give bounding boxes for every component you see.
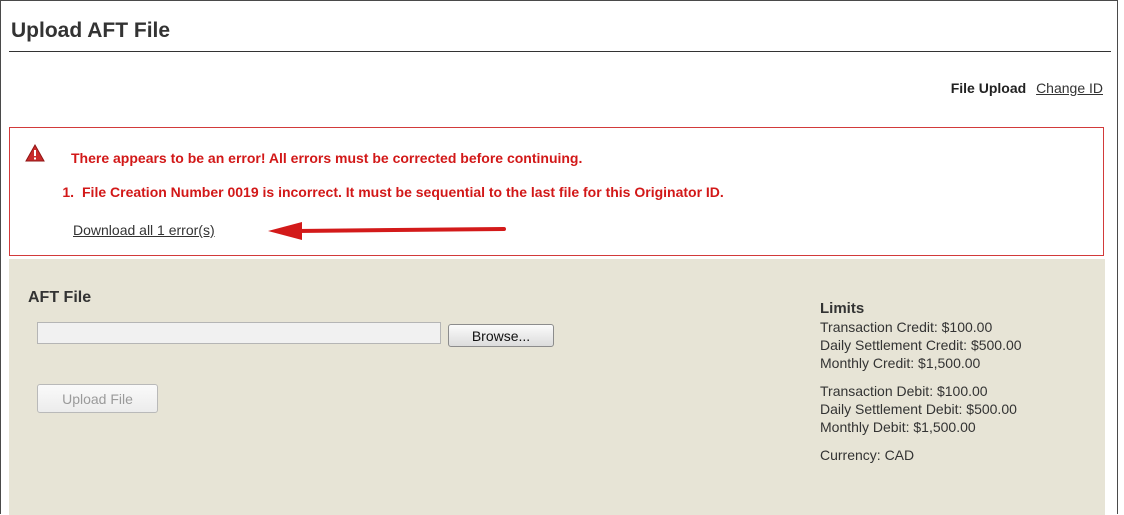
title-divider <box>9 51 1111 52</box>
limits-title: Limits <box>820 300 865 317</box>
limit-currency: Currency: CAD <box>820 447 915 463</box>
error-list-item: 1. File Creation Number 0019 is incorrect… <box>54 184 724 200</box>
limit-daily-settlement-debit: Daily Settlement Debit: $500.00 <box>820 401 1017 417</box>
error-item-text: File Creation Number 0019 is incorrect. … <box>82 184 724 200</box>
aft-file-panel: AFT File Browse... Upload File Limits Tr… <box>9 259 1105 515</box>
error-item-number: 1. <box>62 184 74 200</box>
download-errors-link[interactable]: Download all 1 error(s) <box>73 222 215 238</box>
limit-transaction-debit: Transaction Debit: $100.00 <box>820 383 988 399</box>
top-nav: File Upload Change ID <box>951 80 1103 96</box>
change-id-link[interactable]: Change ID <box>1036 80 1103 96</box>
limit-transaction-credit: Transaction Credit: $100.00 <box>820 319 993 335</box>
upload-file-button[interactable]: Upload File <box>37 384 158 413</box>
browse-button[interactable]: Browse... <box>448 324 554 347</box>
file-path-input[interactable] <box>37 322 441 344</box>
limit-monthly-debit: Monthly Debit: $1,500.00 <box>820 419 976 435</box>
limit-daily-settlement-credit: Daily Settlement Credit: $500.00 <box>820 337 1022 353</box>
limits-panel: Limits Transaction Credit: $100.00 Daily… <box>820 300 1090 464</box>
nav-current-file-upload: File Upload <box>950 80 1027 96</box>
error-box: There appears to be an error! All errors… <box>9 127 1104 256</box>
error-headline: There appears to be an error! All errors… <box>71 150 583 166</box>
warning-triangle-icon <box>25 144 45 162</box>
app-frame: Upload AFT File File Upload Change ID Th… <box>0 0 1118 515</box>
limit-monthly-credit: Monthly Credit: $1,500.00 <box>820 355 981 371</box>
page-title: Upload AFT File <box>11 19 171 42</box>
aft-file-title: AFT File <box>28 289 92 306</box>
red-arrow-annotation <box>268 222 506 240</box>
